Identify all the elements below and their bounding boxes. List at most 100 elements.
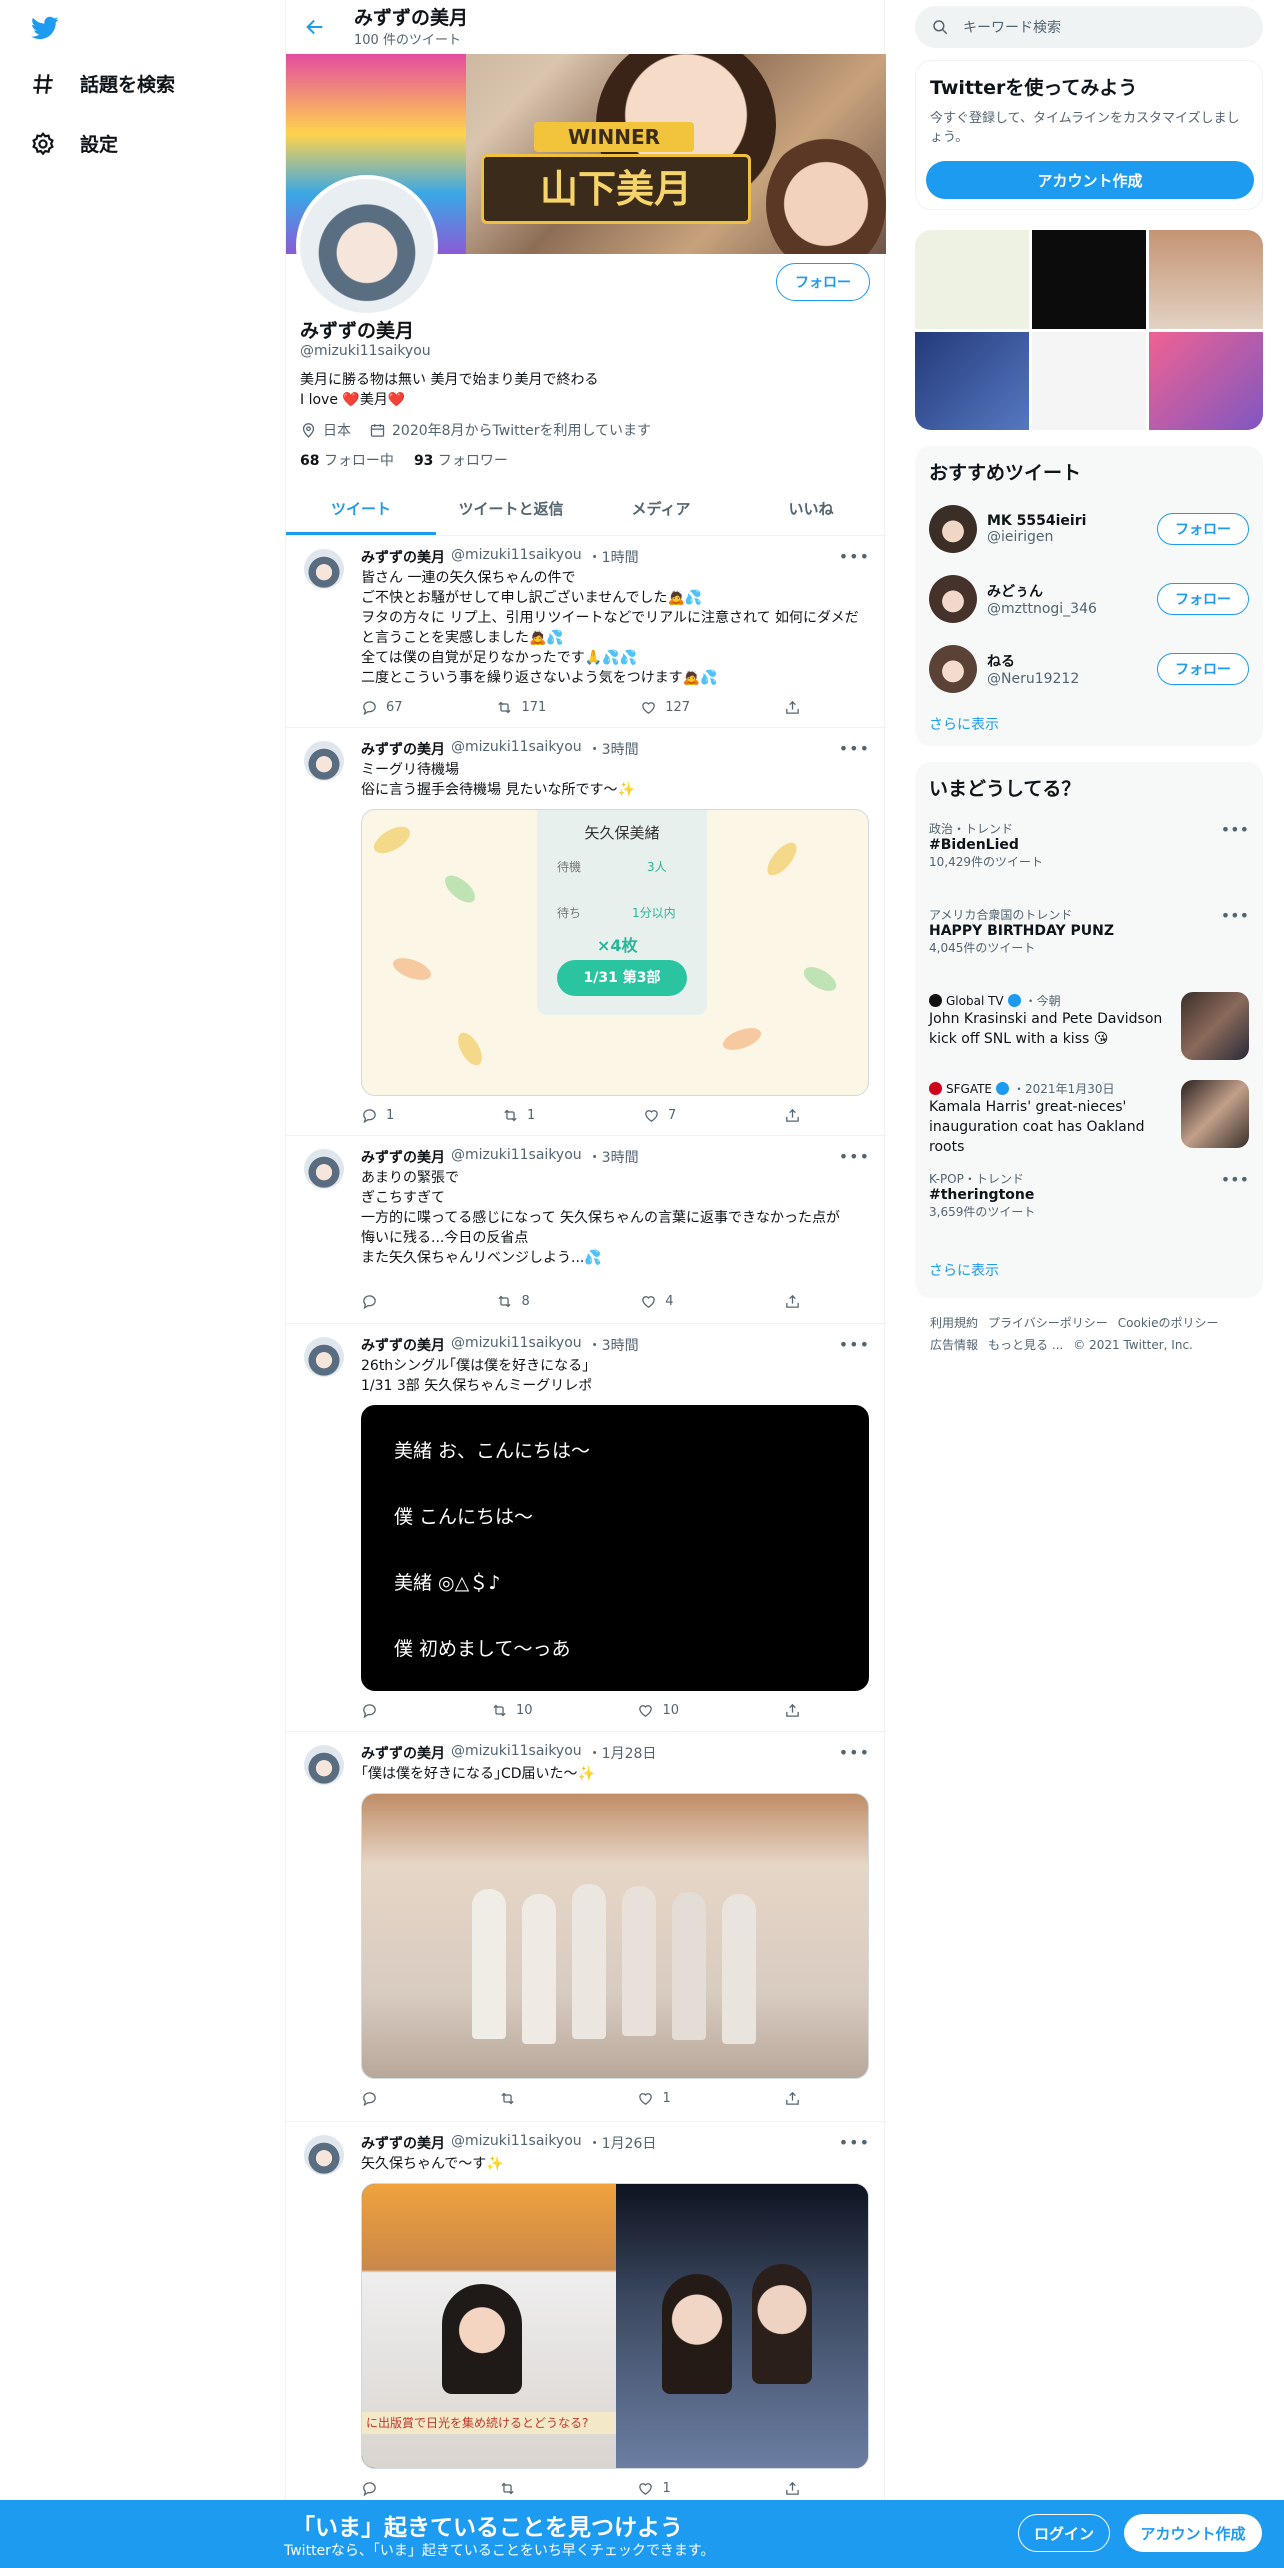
tweet-author-name[interactable]: みずずの美月 — [361, 2133, 445, 2153]
rec-user[interactable]: みどぅん @mzttnogi_346 フォロー — [915, 564, 1263, 634]
tweet[interactable]: みずずの美月 @mizuki11saikyou ・3時間 ••• あまりの緊張で ぎ… — [286, 1137, 886, 1324]
more-options-icon[interactable]: ••• — [1221, 906, 1249, 925]
rec-user[interactable]: ねる @Neru19212 フォロー — [915, 634, 1263, 704]
signup-button[interactable]: アカウント作成 — [1124, 2514, 1262, 2552]
tweet-time[interactable]: ・1月26日 — [588, 2133, 657, 2153]
tweet[interactable]: みずずの美月 @mizuki11saikyou ・3時間 ••• 26thシングル｢… — [286, 1325, 886, 1732]
tweet-author-name[interactable]: みずずの美月 — [361, 739, 445, 759]
footer-link[interactable]: 利用規約 — [930, 1312, 978, 1334]
more-options-icon[interactable]: ••• — [839, 1743, 870, 1762]
tweet-media-image[interactable]: に出版賞で日光を集め続けるとどうなる? — [361, 2183, 869, 2469]
tweet-author-name[interactable]: みずずの美月 — [361, 547, 445, 567]
following-link[interactable]: 68 フォロー中 — [300, 450, 394, 470]
more-options-icon[interactable]: ••• — [1221, 1170, 1249, 1189]
profile-follow-button[interactable]: フォロー — [776, 263, 870, 301]
tweet-avatar[interactable] — [304, 549, 344, 589]
share-button[interactable] — [784, 699, 801, 716]
tweet[interactable]: みずずの美月 @mizuki11saikyou ・1月28日 ••• ｢僕は僕を好き… — [286, 1733, 886, 2122]
footer-link[interactable]: プライバシーポリシー — [988, 1312, 1108, 1334]
more-options-icon[interactable]: ••• — [1221, 820, 1249, 839]
tweet[interactable]: みずずの美月 @mizuki11saikyou ・3時間 ••• ミーグリ待機場 俗… — [286, 729, 886, 1136]
reply-button[interactable] — [361, 2480, 386, 2497]
tweet-author-name[interactable]: みずずの美月 — [361, 1147, 445, 1167]
like-button[interactable]: 127 — [640, 699, 690, 716]
media-thumb[interactable] — [1032, 230, 1146, 329]
avatar[interactable] — [929, 645, 977, 693]
reply-button[interactable]: 1 — [361, 1107, 394, 1124]
news-item[interactable]: SFGATE ・2021年1月30日 Kamala Harris' great-n… — [915, 1080, 1263, 1155]
media-thumb[interactable] — [915, 332, 1029, 430]
like-button[interactable]: 10 — [637, 1702, 679, 1719]
retweet-button[interactable]: 8 — [496, 1293, 530, 1310]
search-box[interactable]: キーワード検索 — [915, 6, 1263, 48]
follow-button[interactable]: フォロー — [1157, 583, 1249, 615]
like-button[interactable]: 4 — [640, 1293, 674, 1310]
retweet-button[interactable]: 10 — [491, 1702, 533, 1719]
trends-show-more-link[interactable]: さらに表示 — [929, 1260, 999, 1280]
tweet-author-handle[interactable]: @mizuki11saikyou — [451, 2133, 582, 2153]
more-options-icon[interactable]: ••• — [839, 547, 870, 566]
profile-avatar[interactable] — [296, 175, 438, 317]
follow-button[interactable]: フォロー — [1157, 513, 1249, 545]
trend-item[interactable]: K-POP・トレンド #theringtone 3,659件のツイート ••• — [915, 1170, 1263, 1220]
media-thumb[interactable] — [1032, 332, 1146, 430]
media-thumb[interactable] — [1149, 332, 1263, 430]
reply-button[interactable]: 67 — [361, 699, 403, 716]
tweet-media-image[interactable]: 美緒 お、こんにちは〜 僕 こんにちは〜 美緒 ◎△＄♪ 僕 初めまして〜っあ — [361, 1405, 869, 1691]
nav-settings[interactable]: 設定 — [30, 130, 118, 157]
reply-button[interactable] — [361, 1293, 386, 1310]
more-options-icon[interactable]: ••• — [839, 1147, 870, 1166]
tweet-media-image[interactable]: 矢久保美緒 待機 3人 待ち 1分以内 ×4枚 1/31 第3部 — [361, 809, 869, 1096]
back-arrow-icon[interactable] — [304, 16, 326, 38]
reply-button[interactable] — [361, 1702, 386, 1719]
like-button[interactable]: 1 — [637, 2090, 671, 2107]
tweet-time[interactable]: ・1月28日 — [588, 1743, 657, 1763]
media-thumb[interactable] — [1149, 230, 1263, 329]
twitter-logo-icon[interactable] — [28, 14, 62, 42]
media-thumb[interactable] — [915, 230, 1029, 329]
avatar[interactable] — [929, 575, 977, 623]
rec-user[interactable]: MK 5554ieiri @ieirigen フォロー — [915, 494, 1263, 564]
footer-link[interactable]: 広告情報 — [930, 1334, 978, 1356]
tweet-author-handle[interactable]: @mizuki11saikyou — [451, 547, 582, 567]
more-options-icon[interactable]: ••• — [839, 1335, 870, 1354]
tab-media[interactable]: メディア — [586, 482, 736, 535]
tab-tweets[interactable]: ツイート — [286, 482, 436, 535]
footer-link[interactable]: Cookieのポリシー — [1118, 1312, 1219, 1334]
tweet-time[interactable]: ・3時間 — [588, 1335, 639, 1355]
tweet-avatar[interactable] — [304, 1149, 344, 1189]
tweet-avatar[interactable] — [304, 2135, 344, 2175]
retweet-button[interactable]: 171 — [496, 699, 546, 716]
tweet[interactable]: みずずの美月 @mizuki11saikyou ・1時間 ••• 皆さん 一連の矢久… — [286, 537, 886, 728]
like-button[interactable]: 1 — [637, 2480, 671, 2497]
reply-button[interactable] — [361, 2090, 386, 2107]
news-item[interactable]: Global TV ・今朝 John Krasinski and Pete Dav… — [915, 992, 1263, 1066]
more-options-icon[interactable]: ••• — [839, 739, 870, 758]
tweet-author-handle[interactable]: @mizuki11saikyou — [451, 739, 582, 759]
retweet-button[interactable] — [499, 2480, 524, 2497]
like-button[interactable]: 7 — [643, 1107, 676, 1124]
tweet-author-name[interactable]: みずずの美月 — [361, 1335, 445, 1355]
tweet[interactable]: みずずの美月 @mizuki11saikyou ・1月26日 ••• 矢久保ちゃんで… — [286, 2123, 886, 2523]
share-button[interactable] — [784, 2090, 801, 2107]
tweet-avatar[interactable] — [304, 1337, 344, 1377]
avatar[interactable] — [929, 505, 977, 553]
more-options-icon[interactable]: ••• — [839, 2133, 870, 2152]
trend-item[interactable]: アメリカ合衆国のトレンド HAPPY BIRTHDAY PUNZ 4,045件の… — [915, 906, 1263, 956]
trend-item[interactable]: 政治・トレンド #BidenLied 10,429件のツイート ••• — [915, 820, 1263, 870]
show-more-link[interactable]: さらに表示 — [929, 714, 999, 734]
tweet-time[interactable]: ・3時間 — [588, 739, 639, 759]
tab-likes[interactable]: いいね — [736, 482, 886, 535]
tweet-media-image[interactable] — [361, 1793, 869, 2079]
tab-tweets-replies[interactable]: ツイートと返信 — [436, 482, 586, 535]
search-input[interactable]: キーワード検索 — [963, 17, 1061, 37]
share-button[interactable] — [784, 1702, 801, 1719]
footer-link[interactable]: もっと見る ... — [988, 1334, 1063, 1356]
nav-explore[interactable]: 話題を検索 — [30, 70, 175, 97]
share-button[interactable] — [784, 1107, 801, 1124]
tweet-author-name[interactable]: みずずの美月 — [361, 1743, 445, 1763]
login-button[interactable]: ログイン — [1018, 2514, 1110, 2552]
create-account-button[interactable]: アカウント作成 — [926, 161, 1254, 199]
tweet-avatar[interactable] — [304, 741, 344, 781]
share-button[interactable] — [784, 2480, 801, 2497]
